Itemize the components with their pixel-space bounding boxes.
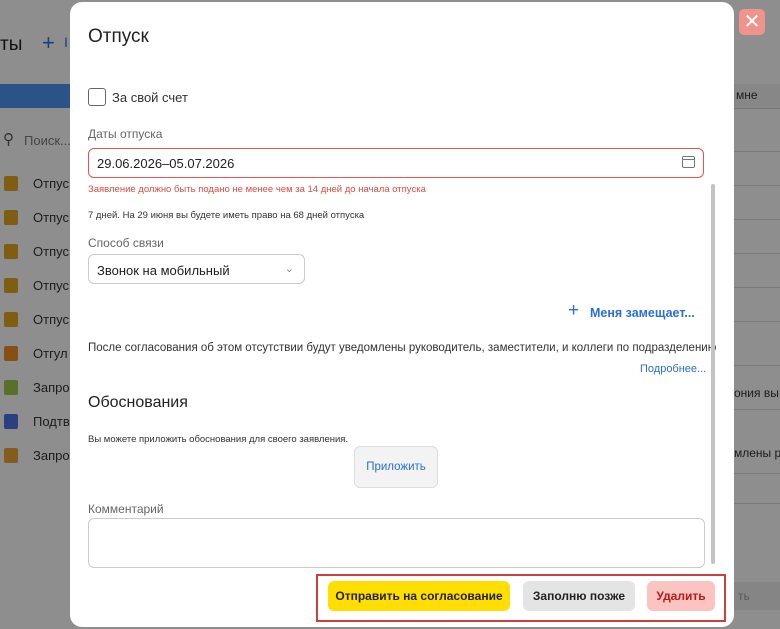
notification-text: После согласования об этом отсутствии бу…	[88, 342, 717, 354]
dates-error-message: Заявление должно быть подано не менее че…	[88, 184, 426, 195]
close-icon: ✕	[743, 11, 761, 33]
comment-textarea[interactable]	[88, 518, 705, 568]
dates-info-message: 7 дней. На 29 июня вы будете иметь право…	[88, 210, 365, 221]
contact-method-select[interactable]: Звонок на мобильный ⌄	[88, 254, 305, 284]
submit-for-approval-button[interactable]: Отправить на согласование	[328, 581, 510, 611]
attach-button[interactable]: Приложить	[354, 446, 438, 488]
dates-label: Даты отпуска	[88, 127, 163, 141]
self-paid-checkbox[interactable]	[88, 88, 106, 106]
delete-button[interactable]: Удалить	[647, 581, 715, 611]
plus-icon: +	[568, 300, 580, 321]
vacation-dates-value: 29.06.2026–05.07.2026	[97, 156, 235, 171]
contact-method-label: Способ связи	[88, 236, 164, 250]
comment-label: Комментарий	[88, 502, 164, 516]
close-button[interactable]: ✕	[739, 9, 765, 35]
vacation-dialog: Отпуск За свой счет Даты отпуска 29.06.2…	[70, 2, 734, 627]
fill-later-button[interactable]: Заполню позже	[523, 581, 635, 611]
substitute-label[interactable]: Меня замещает...	[590, 306, 695, 320]
vacation-dates-input[interactable]: 29.06.2026–05.07.2026	[88, 148, 704, 178]
dialog-title: Отпуск	[88, 26, 149, 47]
contact-method-value: Звонок на мобильный	[97, 263, 230, 278]
justifications-title: Обоснования	[88, 394, 188, 411]
more-link[interactable]: Подробнее...	[640, 363, 706, 375]
attach-hint: Вы можете приложить обоснования для свое…	[88, 434, 349, 445]
dialog-scrollbar[interactable]	[711, 184, 715, 564]
self-paid-label[interactable]: За свой счет	[112, 90, 188, 105]
calendar-icon[interactable]	[682, 156, 695, 168]
chevron-down-icon: ⌄	[284, 263, 294, 275]
